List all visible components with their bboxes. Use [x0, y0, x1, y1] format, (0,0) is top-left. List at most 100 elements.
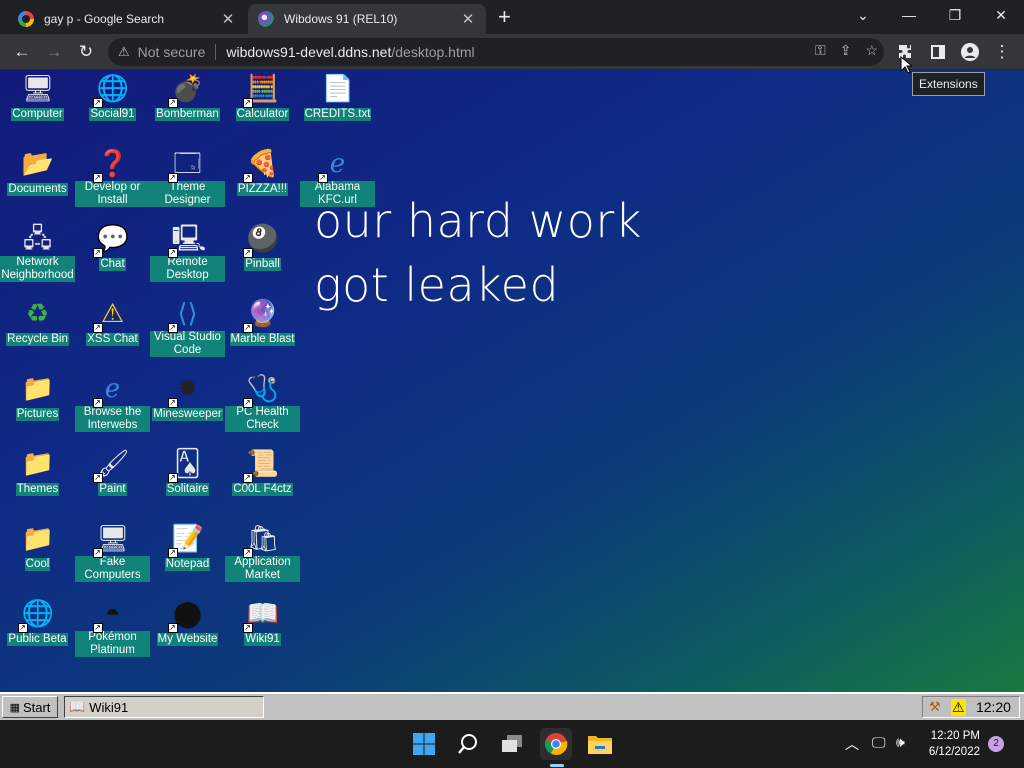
- desktop-icon-label: Browse the Interwebs: [75, 406, 150, 432]
- desktop-icon-label: Cool: [24, 558, 51, 571]
- show-hidden-icons-chevron-up-icon[interactable]: ︿: [845, 734, 859, 754]
- internet-explorer-icon: ℯ ↗: [92, 373, 121, 408]
- tab-search-chevron-down-icon[interactable]: ⌄: [840, 0, 886, 30]
- desktop-icon-develop-or-install[interactable]: ❓ ↗ Develop or Install: [75, 147, 150, 208]
- warning-icon[interactable]: ⚠: [951, 698, 966, 716]
- tab-title: Wibdows 91 (REL10): [284, 12, 398, 26]
- desktop-icon-credits-txt[interactable]: 📄 CREDITS.txt: [300, 72, 375, 122]
- desktop-icon-pinball[interactable]: 🎱 ↗ Pinball: [225, 222, 300, 272]
- profile-avatar-icon[interactable]: [958, 40, 982, 64]
- desktop-icon-pok-mon-platinum[interactable]: ◓ ↗ Pokémon Platinum: [75, 597, 150, 658]
- desktop-icon-label: Computer: [11, 108, 64, 121]
- desktop-icon-label: Alabama KFC.url: [300, 181, 375, 207]
- desktop-icon-network-neighborhood[interactable]: 🖧 Network Neighborhood: [0, 222, 75, 283]
- desktop-icon-xss-chat[interactable]: ⚠ ↗ XSS Chat: [75, 297, 150, 347]
- desktop-icon-marble-blast[interactable]: 🔮 ↗ Marble Blast: [225, 297, 300, 347]
- desktop-icon-application-market[interactable]: 🛍 ↗ Application Market: [225, 522, 300, 583]
- restore-button[interactable]: ❐: [932, 0, 978, 30]
- file-explorer-icon[interactable]: [584, 728, 616, 760]
- shortcut-arrow-icon: ↗: [167, 398, 178, 408]
- desktop-icon-browse-the-interwebs[interactable]: ℯ ↗ Browse the Interwebs: [75, 372, 150, 433]
- url-host: wibdows91-devel.ddns.net: [226, 44, 392, 60]
- tray-clock[interactable]: 12:20: [976, 699, 1011, 715]
- volume-icon[interactable]: 🕪: [896, 734, 905, 751]
- shortcut-arrow-icon: ↗: [242, 98, 253, 108]
- desktop-icon-minesweeper[interactable]: ✹ ↗ Minesweeper: [150, 372, 225, 422]
- notification-badge[interactable]: 2: [988, 736, 1004, 752]
- hammer-icon[interactable]: ⚒: [929, 699, 941, 715]
- pizza-icon: 🍕 ↗: [242, 148, 279, 183]
- minimize-button[interactable]: —: [886, 0, 932, 30]
- forward-button[interactable]: →: [42, 40, 66, 64]
- desktop-icon-label: Paint: [98, 483, 127, 496]
- folder-icon: 📁: [21, 523, 54, 553]
- desktop-icon-label: Minesweeper: [152, 408, 223, 421]
- desktop-icon-social91[interactable]: 🌐 ↗ Social91: [75, 72, 150, 122]
- address-bar[interactable]: ⚠ Not secure wibdows91-devel.ddns.net /d…: [108, 38, 884, 66]
- desktop-icon-label: Notepad: [164, 558, 211, 571]
- search-icon[interactable]: [452, 728, 484, 760]
- desktop-icon-computer[interactable]: 🖥 Computer: [0, 72, 75, 122]
- close-icon[interactable]: ✕: [460, 10, 476, 28]
- system-clock[interactable]: 12:20 PM 6/12/2022: [929, 728, 980, 760]
- desktop-icon-themes[interactable]: 📁 Themes: [0, 447, 75, 497]
- desktop-icon-label: Marble Blast: [229, 333, 296, 346]
- desktop-icon-chat[interactable]: 💬 ↗ Chat: [75, 222, 150, 272]
- desktop-icon-label: PC Health Check: [225, 406, 300, 432]
- desktop-icon-wiki91[interactable]: 📖 ↗ Wiki91: [225, 597, 300, 647]
- desktop-icon-bomberman[interactable]: 💣 ↗ Bomberman: [150, 72, 225, 122]
- desktop-icon-paint[interactable]: 🖌 ↗ Paint: [75, 447, 150, 497]
- desktop-icon-notepad[interactable]: 📝 ↗ Notepad: [150, 522, 225, 572]
- security-label[interactable]: Not secure: [138, 44, 217, 60]
- side-panel-icon[interactable]: [926, 40, 950, 64]
- desktop-icon-documents[interactable]: 📂 Documents: [0, 147, 75, 197]
- menu-kebab-icon[interactable]: ⋮: [990, 40, 1014, 64]
- desktop-icon-label: Application Market: [225, 556, 300, 582]
- warning-icon[interactable]: ⚠: [118, 44, 130, 60]
- calculator-icon: 🧮 ↗: [242, 73, 279, 108]
- shortcut-arrow-icon: ↗: [92, 623, 103, 633]
- desktop-icon-public-beta[interactable]: 🌐 ↗ Public Beta: [0, 597, 75, 647]
- new-tab-button[interactable]: +: [498, 6, 511, 28]
- desktop-icon-label: Remote Desktop: [150, 256, 225, 282]
- globe-icon: 🌐 ↗: [92, 73, 129, 108]
- share-icon[interactable]: ⇪: [840, 42, 852, 59]
- desktop-icon-cool[interactable]: 📁 Cool: [0, 522, 75, 572]
- windows-start-icon[interactable]: [408, 728, 440, 760]
- bookmark-star-icon[interactable]: ☆: [865, 42, 878, 59]
- close-window-button[interactable]: ✕: [978, 0, 1024, 30]
- taskbar-task-wiki91[interactable]: 📖 Wiki91: [64, 696, 264, 718]
- tab-google-search[interactable]: gay p - Google Search ✕: [8, 4, 246, 34]
- network-icon[interactable]: 🖵: [872, 734, 886, 751]
- desktop-icon-theme-designer[interactable]: 🗔 ↗ Theme Designer: [150, 147, 225, 208]
- desktop-icon-pc-health-check[interactable]: 🩺 ↗ PC Health Check: [225, 372, 300, 433]
- close-icon[interactable]: ✕: [220, 10, 236, 28]
- desktop-icon-fake-computers[interactable]: 🖥 ↗ Fake Computers: [75, 522, 150, 583]
- tab-windows91[interactable]: Wibdows 91 (REL10) ✕: [248, 4, 486, 34]
- desktop-icon-visual-studio-code[interactable]: ⟨⟩ ↗ Visual Studio Code: [150, 297, 225, 358]
- desktop-icon-remote-desktop[interactable]: 🖳 ↗ Remote Desktop: [150, 222, 225, 283]
- desktop-icon-pictures[interactable]: 📁 Pictures: [0, 372, 75, 422]
- desktop-icon-solitaire[interactable]: 🂡 ↗ Solitaire: [150, 447, 225, 497]
- desktop-icon-label: Develop or Install: [75, 181, 150, 207]
- overlay-text-line: got leaked: [314, 258, 560, 312]
- recycle-bin-icon: ♻: [25, 298, 50, 328]
- task-view-icon[interactable]: [496, 728, 528, 760]
- desktop-icon-c00l-f4ctz[interactable]: 📜 ↗ C00L F4ctz: [225, 447, 300, 497]
- desktop-icon-calculator[interactable]: 🧮 ↗ Calculator: [225, 72, 300, 122]
- desktop-icon-recycle-bin[interactable]: ♻ Recycle Bin: [0, 297, 75, 347]
- chrome-icon[interactable]: [540, 728, 572, 760]
- key-icon[interactable]: ⚿: [815, 42, 826, 59]
- chat-warning-icon: ⚠ ↗: [92, 298, 125, 333]
- shortcut-arrow-icon: ↗: [242, 323, 253, 333]
- tab-title: gay p - Google Search: [44, 12, 165, 26]
- start-button[interactable]: ▦ Start: [2, 696, 58, 718]
- shopping-bag-icon: 🛍 ↗: [242, 523, 280, 558]
- reload-button[interactable]: ↻: [74, 40, 98, 64]
- desktop-icon-pizzza[interactable]: 🍕 ↗ PIZZZA!!!: [225, 147, 300, 197]
- desktop-icon-alabama-kfc-url[interactable]: ℯ ↗ Alabama KFC.url: [300, 147, 375, 208]
- desktop-icon-my-website[interactable]: ⬤ ↗ My Website: [150, 597, 225, 647]
- folder-documents-icon: 📂: [21, 148, 54, 178]
- task-label: Wiki91: [89, 699, 129, 715]
- back-button[interactable]: ←: [10, 40, 34, 64]
